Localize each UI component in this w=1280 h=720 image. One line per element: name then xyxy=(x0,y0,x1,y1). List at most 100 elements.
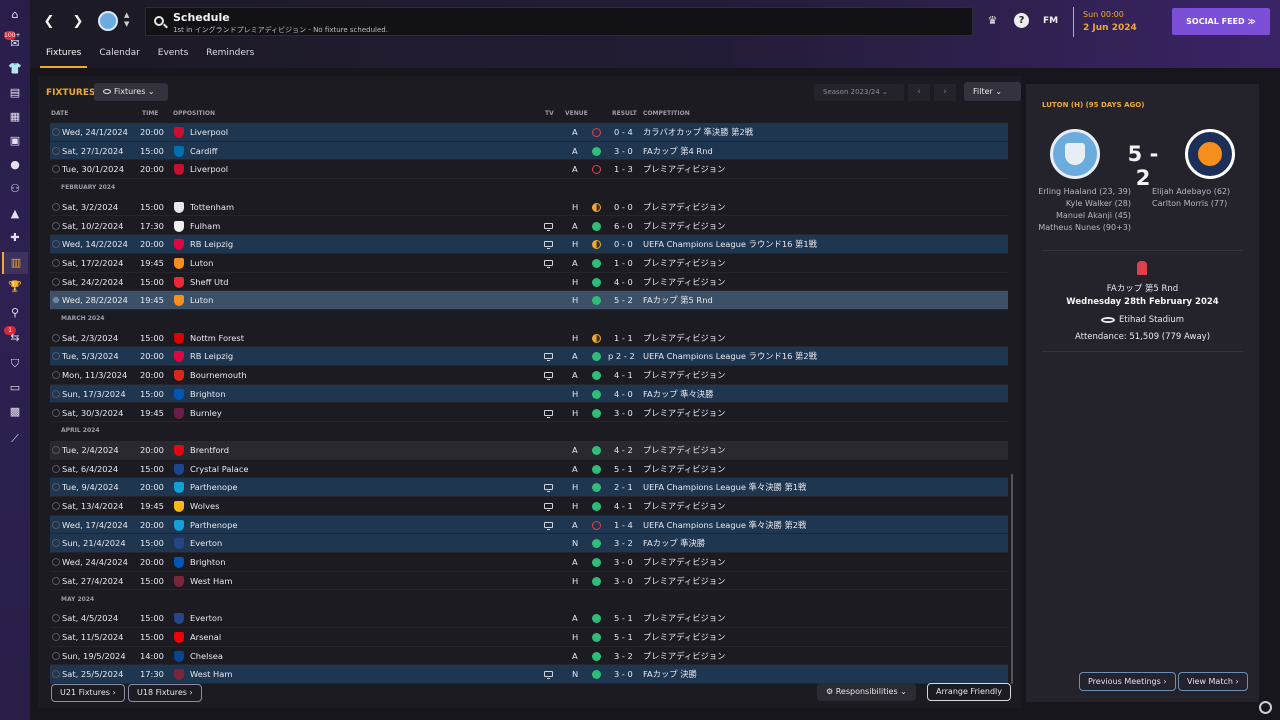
fixture-competition[interactable]: UEFA Champions League ラウンド16 第1戦 xyxy=(643,235,817,253)
fixture-competition[interactable]: FAカップ 決勝 xyxy=(643,665,697,683)
fixture-competition[interactable]: UEFA Champions League ラウンド16 第2戦 xyxy=(643,347,817,365)
fixture-opposition[interactable]: West Ham xyxy=(190,665,232,683)
fixture-result[interactable]: 0 - 4 xyxy=(614,123,633,141)
match-competition[interactable]: FAカップ 第5 Rnd xyxy=(1026,282,1259,294)
fixture-result[interactable]: p 2 - 2 xyxy=(608,347,635,365)
fixture-opposition[interactable]: Nottm Forest xyxy=(190,329,244,347)
table-row[interactable]: Sat, 27/1/2024 15:00 Cardiff A 3 - 0 FAカップ 第4… xyxy=(50,141,1008,161)
fixture-result[interactable]: 5 - 1 xyxy=(614,460,633,478)
fixture-competition[interactable]: プレミアディビジョン xyxy=(643,441,725,459)
prev-season-button[interactable]: ‹ xyxy=(908,84,930,101)
table-row[interactable]: Sat, 13/4/2024 19:45 Wolves H 4 - 1 プレミアディビジョ… xyxy=(50,497,1008,516)
fixture-result[interactable]: 5 - 2 xyxy=(614,291,633,309)
fixture-competition[interactable]: プレミアディビジョン xyxy=(643,572,725,590)
fixture-result[interactable]: 3 - 0 xyxy=(614,553,633,571)
view-match-button[interactable]: View Match › xyxy=(1178,672,1248,691)
fixture-opposition[interactable]: Sheff Utd xyxy=(190,273,229,291)
table-row[interactable]: Sun, 17/3/2024 15:00 Brighton H 4 - 0 FAカップ 準… xyxy=(50,384,1008,404)
table-row[interactable]: Tue, 30/1/2024 20:00 Liverpool A 1 - 3 プレミアディ… xyxy=(50,160,1008,180)
responsibilities-button[interactable]: ⚙ Responsibilities ⌄ xyxy=(817,683,916,701)
column-time[interactable]: TIME xyxy=(142,110,158,117)
fixture-result[interactable]: 3 - 0 xyxy=(614,142,633,160)
home-scorer[interactable]: Kyle Walker (28) xyxy=(1026,198,1131,210)
fixture-opposition[interactable]: Fulham xyxy=(190,217,220,235)
season-dropdown[interactable]: Season 2023/24 ⌄ xyxy=(814,84,904,101)
fixture-opposition[interactable]: Parthenope xyxy=(190,478,237,496)
fixture-result[interactable]: 3 - 0 xyxy=(614,665,633,683)
trophy-shortcut-icon[interactable]: ♛ xyxy=(985,13,1000,28)
data-hub-icon[interactable]: ▦ xyxy=(8,110,22,124)
fixture-competition[interactable]: FAカップ 準決勝 xyxy=(643,534,705,552)
u21-fixtures-button[interactable]: U21 Fixtures › xyxy=(51,684,125,702)
table-row[interactable]: Sat, 11/5/2024 15:00 Arsenal H 5 - 1 プレミアディビジ… xyxy=(50,628,1008,647)
away-scorer[interactable]: Elijah Adebayo (62) xyxy=(1152,186,1230,198)
table-scrollbar[interactable] xyxy=(1011,474,1013,684)
filter-button[interactable]: Filter ⌄ xyxy=(964,82,1021,101)
fixture-competition[interactable]: プレミアディビジョン xyxy=(643,553,725,571)
column-venue[interactable]: VENUE xyxy=(565,110,588,117)
club-info-icon[interactable]: ⛉ xyxy=(8,357,22,371)
fixture-opposition[interactable]: Cardiff xyxy=(190,142,217,160)
fixture-opposition[interactable]: Wolves xyxy=(190,497,219,515)
table-row[interactable]: Sat, 24/2/2024 15:00 Sheff Utd H 4 - 0 プレミアディ… xyxy=(50,273,1008,292)
arrange-friendly-button[interactable]: Arrange Friendly xyxy=(927,683,1011,701)
fixture-result[interactable]: 4 - 1 xyxy=(614,497,633,515)
fixture-competition[interactable]: カラバオカップ 準決勝 第2戦 xyxy=(643,123,753,141)
fixture-result[interactable]: 2 - 1 xyxy=(614,478,633,496)
competitions-icon[interactable]: 🏆 xyxy=(8,280,22,294)
staff-icon[interactable]: ▣ xyxy=(8,134,22,148)
fixture-result[interactable]: 3 - 0 xyxy=(614,404,633,422)
fixture-opposition[interactable]: Arsenal xyxy=(190,628,221,646)
match-stadium[interactable]: Etihad Stadium xyxy=(1026,315,1259,325)
away-scorer[interactable]: Carlton Morris (77) xyxy=(1152,198,1230,210)
fixture-opposition[interactable]: Parthenope xyxy=(190,516,237,534)
squad-icon[interactable]: 👕 xyxy=(8,62,22,76)
scouting-icon[interactable]: ✚ xyxy=(8,231,22,245)
date-display[interactable]: Sun 00:00 2 Jun 2024 xyxy=(1073,7,1159,37)
tactics-icon[interactable]: ▤ xyxy=(8,86,22,100)
dev-icon[interactable]: ⟋ xyxy=(8,432,22,446)
fixture-competition[interactable]: プレミアディビジョン xyxy=(643,160,725,178)
search-bar[interactable]: Schedule 1st in イングランドプレミアディビジョン - No fi… xyxy=(145,7,973,36)
fixture-opposition[interactable]: Tottenham xyxy=(190,198,234,216)
table-row[interactable]: Sat, 3/2/2024 15:00 Tottenham H 0 - 0 プレミアディビ… xyxy=(50,198,1008,217)
column-date[interactable]: DATE xyxy=(51,110,68,117)
table-row[interactable]: Tue, 9/4/2024 20:00 Parthenope H 2 - 1 UEFA C… xyxy=(50,478,1008,497)
table-row[interactable]: Sat, 2/3/2024 15:00 Nottm Forest H 1 - 1 プレミア… xyxy=(50,329,1008,348)
home-icon[interactable]: ⌂ xyxy=(8,8,22,22)
fixture-result[interactable]: 5 - 1 xyxy=(614,609,633,627)
home-scorer[interactable]: Matheus Nunes (90+3) xyxy=(1026,222,1131,234)
fixture-result[interactable]: 3 - 2 xyxy=(614,534,633,552)
fixture-opposition[interactable]: Crystal Palace xyxy=(190,460,249,478)
fixture-opposition[interactable]: Liverpool xyxy=(190,123,228,141)
fixture-competition[interactable]: プレミアディビジョン xyxy=(643,404,725,422)
tab-fixtures[interactable]: Fixtures xyxy=(40,46,88,68)
table-row[interactable]: Sun, 21/4/2024 15:00 Everton N 3 - 2 FAカップ 準決… xyxy=(50,534,1008,554)
column-opposition[interactable]: OPPOSITION xyxy=(173,110,215,117)
table-row[interactable]: Sun, 19/5/2024 14:00 Chelsea A 3 - 2 プレミアディビジ… xyxy=(50,647,1008,666)
fixture-competition[interactable]: プレミアディビジョン xyxy=(643,460,725,478)
fixture-competition[interactable]: プレミアディビジョン xyxy=(643,273,725,291)
tab-calendar[interactable]: Calendar xyxy=(93,46,145,68)
fm-logo[interactable]: FM xyxy=(1043,16,1058,26)
fixture-competition[interactable]: プレミアディビジョン xyxy=(643,647,725,665)
social-feed-button[interactable]: SOCIAL FEED ≫ xyxy=(1172,8,1270,35)
fixture-competition[interactable]: FAカップ 第5 Rnd xyxy=(643,291,713,309)
fixture-competition[interactable]: プレミアディビジョン xyxy=(643,366,725,384)
fixture-opposition[interactable]: West Ham xyxy=(190,572,232,590)
u18-fixtures-button[interactable]: U18 Fixtures › xyxy=(128,684,202,702)
back-arrow-icon[interactable]: ❮ xyxy=(39,12,59,32)
fixture-opposition[interactable]: Luton xyxy=(190,291,213,309)
finances-icon[interactable]: ▩ xyxy=(8,405,22,419)
home-scorer[interactable]: Erling Haaland (23, 39) xyxy=(1026,186,1131,198)
fixture-result[interactable]: 4 - 1 xyxy=(614,366,633,384)
fixture-opposition[interactable]: Liverpool xyxy=(190,160,228,178)
forward-arrow-icon[interactable]: ❯ xyxy=(68,12,88,32)
fixture-result[interactable]: 3 - 0 xyxy=(614,572,633,590)
fixture-opposition[interactable]: Brentford xyxy=(190,441,229,459)
table-row[interactable]: Sat, 4/5/2024 15:00 Everton A 5 - 1 プレミアディビジョ… xyxy=(50,609,1008,628)
fixture-opposition[interactable]: Everton xyxy=(190,609,222,627)
view-dropdown[interactable]: Fixtures ⌄ xyxy=(94,83,168,101)
fixture-result[interactable]: 4 - 0 xyxy=(614,273,633,291)
fixture-result[interactable]: 5 - 1 xyxy=(614,628,633,646)
